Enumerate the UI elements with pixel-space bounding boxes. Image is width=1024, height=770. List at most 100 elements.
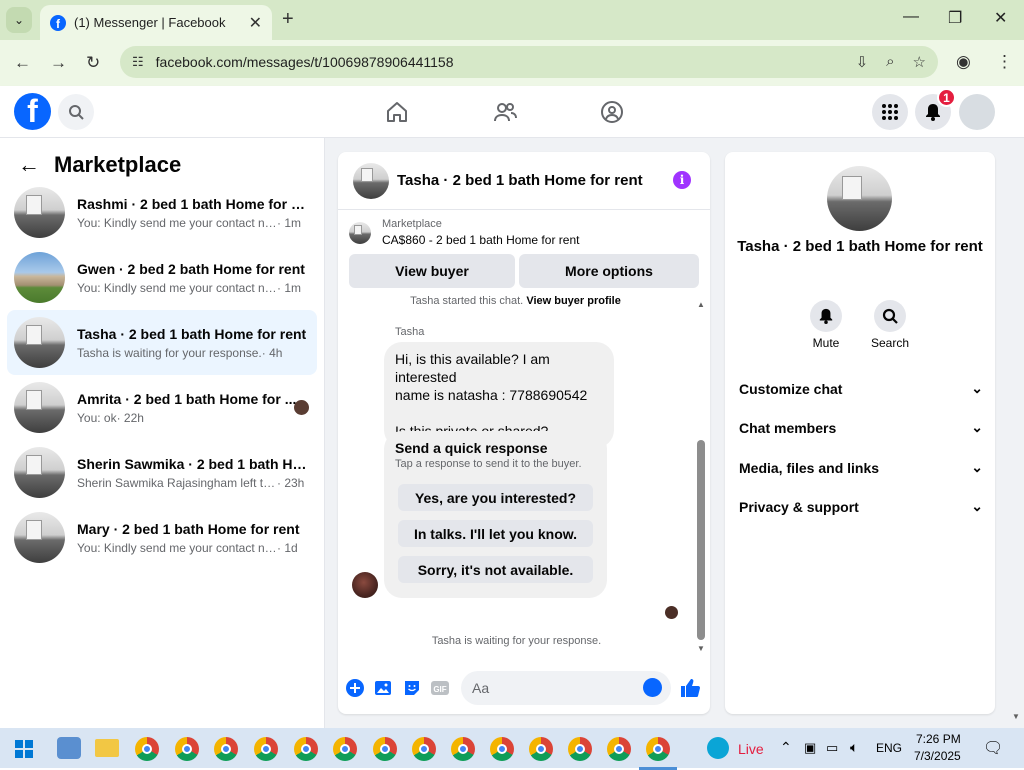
new-tab-button[interactable]: + — [282, 8, 294, 31]
conversation-item[interactable]: Sherin Sawmika · 2 bed 1 bath Ho... Sher… — [7, 440, 317, 505]
zoom-icon[interactable]: ⌕ — [886, 53, 894, 71]
chrome-menu-icon[interactable]: ⋮ — [996, 52, 1013, 72]
clock-time[interactable]: 7:26 PM — [916, 732, 961, 746]
language-indicator[interactable]: ENG — [876, 741, 902, 755]
volume-icon[interactable]: 🔈︎ — [850, 739, 858, 756]
sticker-icon[interactable] — [402, 678, 422, 698]
listing-thumbnail — [14, 447, 65, 498]
quick-response-button[interactable]: Sorry, it's not available. — [398, 556, 593, 583]
chrome-taskbar-icon[interactable] — [529, 737, 553, 761]
seen-receipt-avatar — [665, 606, 678, 619]
address-bar[interactable]: ☷ facebook.com/messages/t/10069878906441… — [120, 46, 938, 78]
chrome-taskbar-icon[interactable] — [607, 737, 631, 761]
privacy-support-section[interactable]: Privacy & support ⌄ — [739, 498, 983, 515]
tab-search-button[interactable]: ⌄ — [6, 7, 32, 33]
url-text[interactable]: facebook.com/messages/t/1006987890644115… — [156, 54, 454, 70]
customize-chat-section[interactable]: Customize chat ⌄ — [739, 380, 983, 397]
marketplace-label: Marketplace — [382, 218, 442, 230]
install-app-icon[interactable]: ⇩ — [856, 53, 869, 71]
site-settings-icon[interactable]: ☷ — [132, 54, 144, 70]
back-arrow-icon[interactable]: ← — [18, 152, 40, 178]
message-input[interactable]: Aa — [461, 671, 671, 705]
close-tab-icon[interactable]: ✕ — [249, 13, 262, 33]
photo-icon[interactable] — [373, 678, 393, 698]
profile-icon[interactable]: ◉ — [956, 52, 971, 72]
scroll-down-icon[interactable]: ▼ — [697, 644, 705, 653]
network-icon[interactable]: ▭ — [826, 740, 838, 756]
chrome-taskbar-icon[interactable] — [490, 737, 514, 761]
view-buyer-button[interactable]: View buyer — [349, 254, 515, 288]
browser-tab[interactable]: f (1) Messenger | Facebook ✕ — [40, 5, 272, 40]
search-icon[interactable] — [58, 94, 94, 130]
menu-grid-icon[interactable] — [872, 94, 908, 130]
live-label[interactable]: Live — [738, 741, 764, 757]
account-avatar[interactable] — [959, 94, 995, 130]
gif-icon[interactable]: GIF — [430, 678, 450, 698]
chrome-taskbar-icon[interactable] — [294, 737, 318, 761]
conversation-time: · 4h — [261, 345, 283, 360]
tray-chevron-up-icon[interactable]: ⌃ — [780, 739, 792, 756]
plus-icon[interactable] — [345, 678, 365, 698]
listing-thumbnail — [14, 382, 65, 433]
like-thumb-icon[interactable] — [679, 678, 701, 698]
chrome-taskbar-icon[interactable] — [135, 737, 159, 761]
notification-center-icon[interactable]: 🗨︎ — [983, 738, 1003, 758]
chrome-taskbar-icon[interactable] — [373, 737, 397, 761]
scrollbar-thumb[interactable] — [697, 440, 705, 640]
meet-now-icon[interactable]: ▣ — [804, 740, 816, 756]
facebook-logo-icon[interactable]: f — [14, 93, 51, 130]
info-icon[interactable]: i — [673, 171, 691, 189]
emoji-icon[interactable] — [643, 678, 662, 697]
chrome-taskbar-icon[interactable] — [451, 737, 475, 761]
more-options-button[interactable]: More options — [519, 254, 699, 288]
sender-name: Tasha — [395, 326, 425, 338]
chat-avatar[interactable] — [353, 162, 389, 199]
bookmark-star-icon[interactable]: ☆ — [913, 53, 926, 71]
chrome-taskbar-icon[interactable] — [254, 737, 278, 761]
message-composer: GIF Aa — [338, 668, 710, 714]
snipping-tool-icon[interactable] — [57, 737, 81, 759]
cricket-live-icon[interactable] — [707, 737, 729, 759]
clock-date[interactable]: 7/3/2025 — [914, 749, 961, 763]
conversation-time: · 23h — [277, 475, 305, 490]
home-icon[interactable] — [384, 99, 410, 125]
chrome-taskbar-icon[interactable] — [568, 737, 592, 761]
groups-icon[interactable] — [599, 99, 625, 125]
media-files-links-section[interactable]: Media, files and links ⌄ — [739, 459, 983, 476]
chat-title[interactable]: Tasha · 2 bed 1 bath Home for rent — [397, 172, 643, 189]
page-scroll-down-icon[interactable]: ▼ — [1012, 712, 1020, 721]
quick-response-button[interactable]: In talks. I'll let you know. — [398, 520, 593, 547]
maximize-button[interactable]: ❐ — [948, 8, 962, 28]
windows-start-icon[interactable] — [15, 740, 33, 763]
conversation-item[interactable]: Gwen · 2 bed 2 bath Home for rent You: K… — [7, 245, 317, 310]
chat-scrollbar[interactable]: ▲ ▼ — [695, 300, 707, 653]
marketplace-sidebar: ← Marketplace Rashmi · 2 bed 1 bath Home… — [0, 138, 325, 728]
browser-tab-strip: ⌄ f (1) Messenger | Facebook ✕ + — ❐ ✕ — [0, 0, 1024, 40]
chat-members-section[interactable]: Chat members ⌄ — [739, 419, 983, 436]
reload-icon[interactable]: ↻ — [86, 53, 100, 73]
file-explorer-icon[interactable] — [95, 739, 119, 757]
minimize-button[interactable]: — — [903, 8, 919, 26]
chrome-taskbar-icon[interactable] — [214, 737, 238, 761]
listing-thumbnail — [14, 252, 65, 303]
conversation-item[interactable]: Amrita · 2 bed 1 bath Home for ... You: … — [7, 375, 317, 440]
conversation-item-selected[interactable]: Tasha · 2 bed 1 bath Home for rent Tasha… — [7, 310, 317, 375]
conversation-item[interactable]: Mary · 2 bed 1 bath Home for rent You: K… — [7, 505, 317, 570]
chrome-taskbar-icon-active[interactable] — [639, 737, 677, 770]
chat-window: Tasha · 2 bed 1 bath Home for rent i Mar… — [338, 152, 710, 714]
chrome-taskbar-icon[interactable] — [175, 737, 199, 761]
back-icon[interactable]: ← — [14, 53, 31, 73]
scroll-up-icon[interactable]: ▲ — [697, 300, 705, 309]
search-chat-icon[interactable] — [874, 300, 906, 332]
quick-response-button[interactable]: Yes, are you interested? — [398, 484, 593, 511]
conversation-item[interactable]: Rashmi · 2 bed 1 bath Home for rent You:… — [7, 180, 317, 245]
chrome-taskbar-icon[interactable] — [412, 737, 436, 761]
forward-icon[interactable]: → — [50, 53, 67, 73]
friends-icon[interactable] — [492, 99, 518, 125]
listing-avatar[interactable] — [827, 166, 892, 231]
chrome-taskbar-icon[interactable] — [333, 737, 357, 761]
mute-bell-icon[interactable] — [810, 300, 842, 332]
listing-summary[interactable]: Marketplace CA$860 - 2 bed 1 bath Home f… — [349, 218, 579, 247]
view-buyer-profile-link[interactable]: View buyer profile — [526, 295, 621, 307]
close-window-button[interactable]: ✕ — [994, 8, 1007, 28]
